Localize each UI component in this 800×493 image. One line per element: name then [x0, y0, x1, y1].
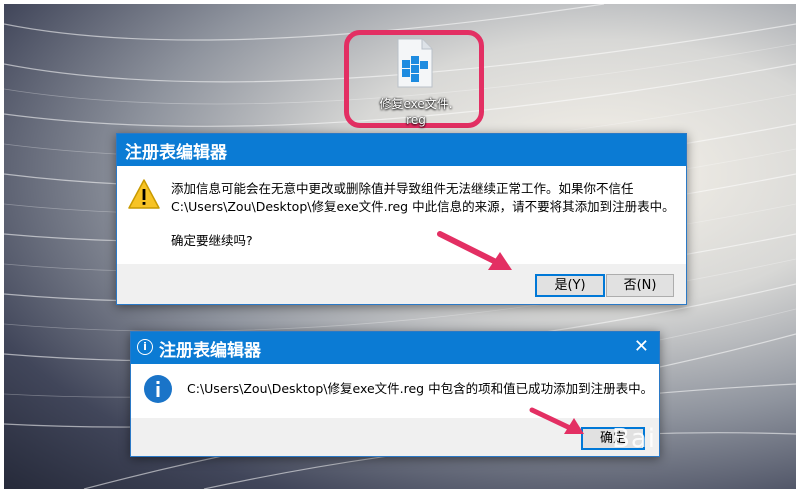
dialog-footer: 是(Y) 否(N) — [117, 264, 686, 304]
dialog-titlebar[interactable]: i 注册表编辑器 ✕ — [131, 332, 659, 364]
confirm-dialog: 注册表编辑器 添加信息可能会在无意中更改或删除值并导致组件无法继续正常工作。如果… — [116, 133, 687, 305]
info-small-icon: i — [137, 339, 153, 355]
watermark-logo: Bai — [612, 424, 656, 454]
file-icon-label[interactable]: 修复exe文件. reg — [376, 96, 456, 128]
dialog-title: 注册表编辑器 — [125, 143, 227, 163]
file-label-line1: 修复exe文件. — [379, 97, 453, 111]
arrow-pointer-icon — [529, 407, 584, 434]
dialog-titlebar[interactable]: 注册表编辑器 — [117, 134, 686, 166]
file-label-line2: reg — [406, 113, 426, 127]
warning-message-line2: C:\Users\Zou\Desktop\修复exe文件.reg 中此信息的来源… — [171, 199, 675, 214]
warning-icon — [128, 179, 160, 209]
success-message: C:\Users\Zou\Desktop\修复exe文件.reg 中包含的项和值… — [187, 381, 654, 396]
warning-message-line1: 添加信息可能会在无意中更改或删除值并导致组件无法继续正常工作。如果你不信任 — [171, 181, 634, 196]
dialog-title: 注册表编辑器 — [159, 341, 261, 361]
registry-file-icon[interactable] — [394, 38, 434, 88]
close-icon[interactable]: ✕ — [634, 336, 649, 357]
info-icon — [144, 375, 172, 403]
arrow-pointer-icon — [437, 231, 512, 270]
no-button[interactable]: 否(N) — [606, 274, 674, 297]
yes-button[interactable]: 是(Y) — [535, 274, 605, 297]
continue-question: 确定要继续吗? — [171, 233, 253, 248]
